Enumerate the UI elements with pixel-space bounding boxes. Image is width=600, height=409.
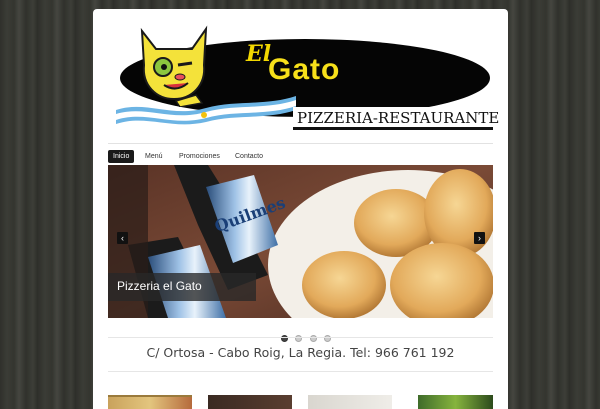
main-nav: Inicio Menú Promociones Contacto (108, 143, 493, 164)
slide-caption: Pizzeria el Gato (108, 273, 256, 301)
image-slider[interactable]: Quilmes ‹ › Pizzeria el Gato (108, 165, 493, 318)
slide-caption-text: Pizzeria el Gato (117, 279, 202, 293)
brand-name: Gato (268, 53, 341, 86)
divider-top (108, 337, 493, 338)
slider-prev-button[interactable]: ‹ (117, 232, 128, 244)
thumbnail-row (108, 395, 493, 409)
thumbnail-1[interactable] (108, 395, 192, 409)
divider-bottom (108, 371, 493, 372)
chevron-right-icon: › (478, 233, 481, 243)
nav-item-menu[interactable]: Menú (140, 150, 168, 163)
thumbnail-3[interactable] (308, 395, 392, 409)
site-logo[interactable]: El Gato PIZZERIA-RESTAURANTE (108, 23, 499, 135)
nav-item-inicio[interactable]: Inicio (108, 150, 135, 163)
brand-tagline: PIZZERIA-RESTAURANTE (297, 109, 500, 127)
brand-tagline-box: PIZZERIA-RESTAURANTE (293, 107, 499, 131)
address-line: C/ Ortosa - Cabo Roig, La Regia. Tel: 96… (146, 345, 455, 360)
cat-mascot (140, 25, 208, 107)
tagline-underline (293, 127, 493, 130)
nav-item-promociones[interactable]: Promociones (174, 150, 225, 163)
slider-next-button[interactable]: › (474, 232, 485, 244)
thumbnail-2[interactable] (208, 395, 292, 409)
thumbnail-4[interactable] (418, 395, 493, 409)
nav-item-contacto[interactable]: Contacto (230, 150, 268, 163)
chevron-left-icon: ‹ (121, 233, 124, 243)
page-container: El Gato PIZZERIA-RESTAURANTE Inicio Menú… (93, 9, 508, 409)
